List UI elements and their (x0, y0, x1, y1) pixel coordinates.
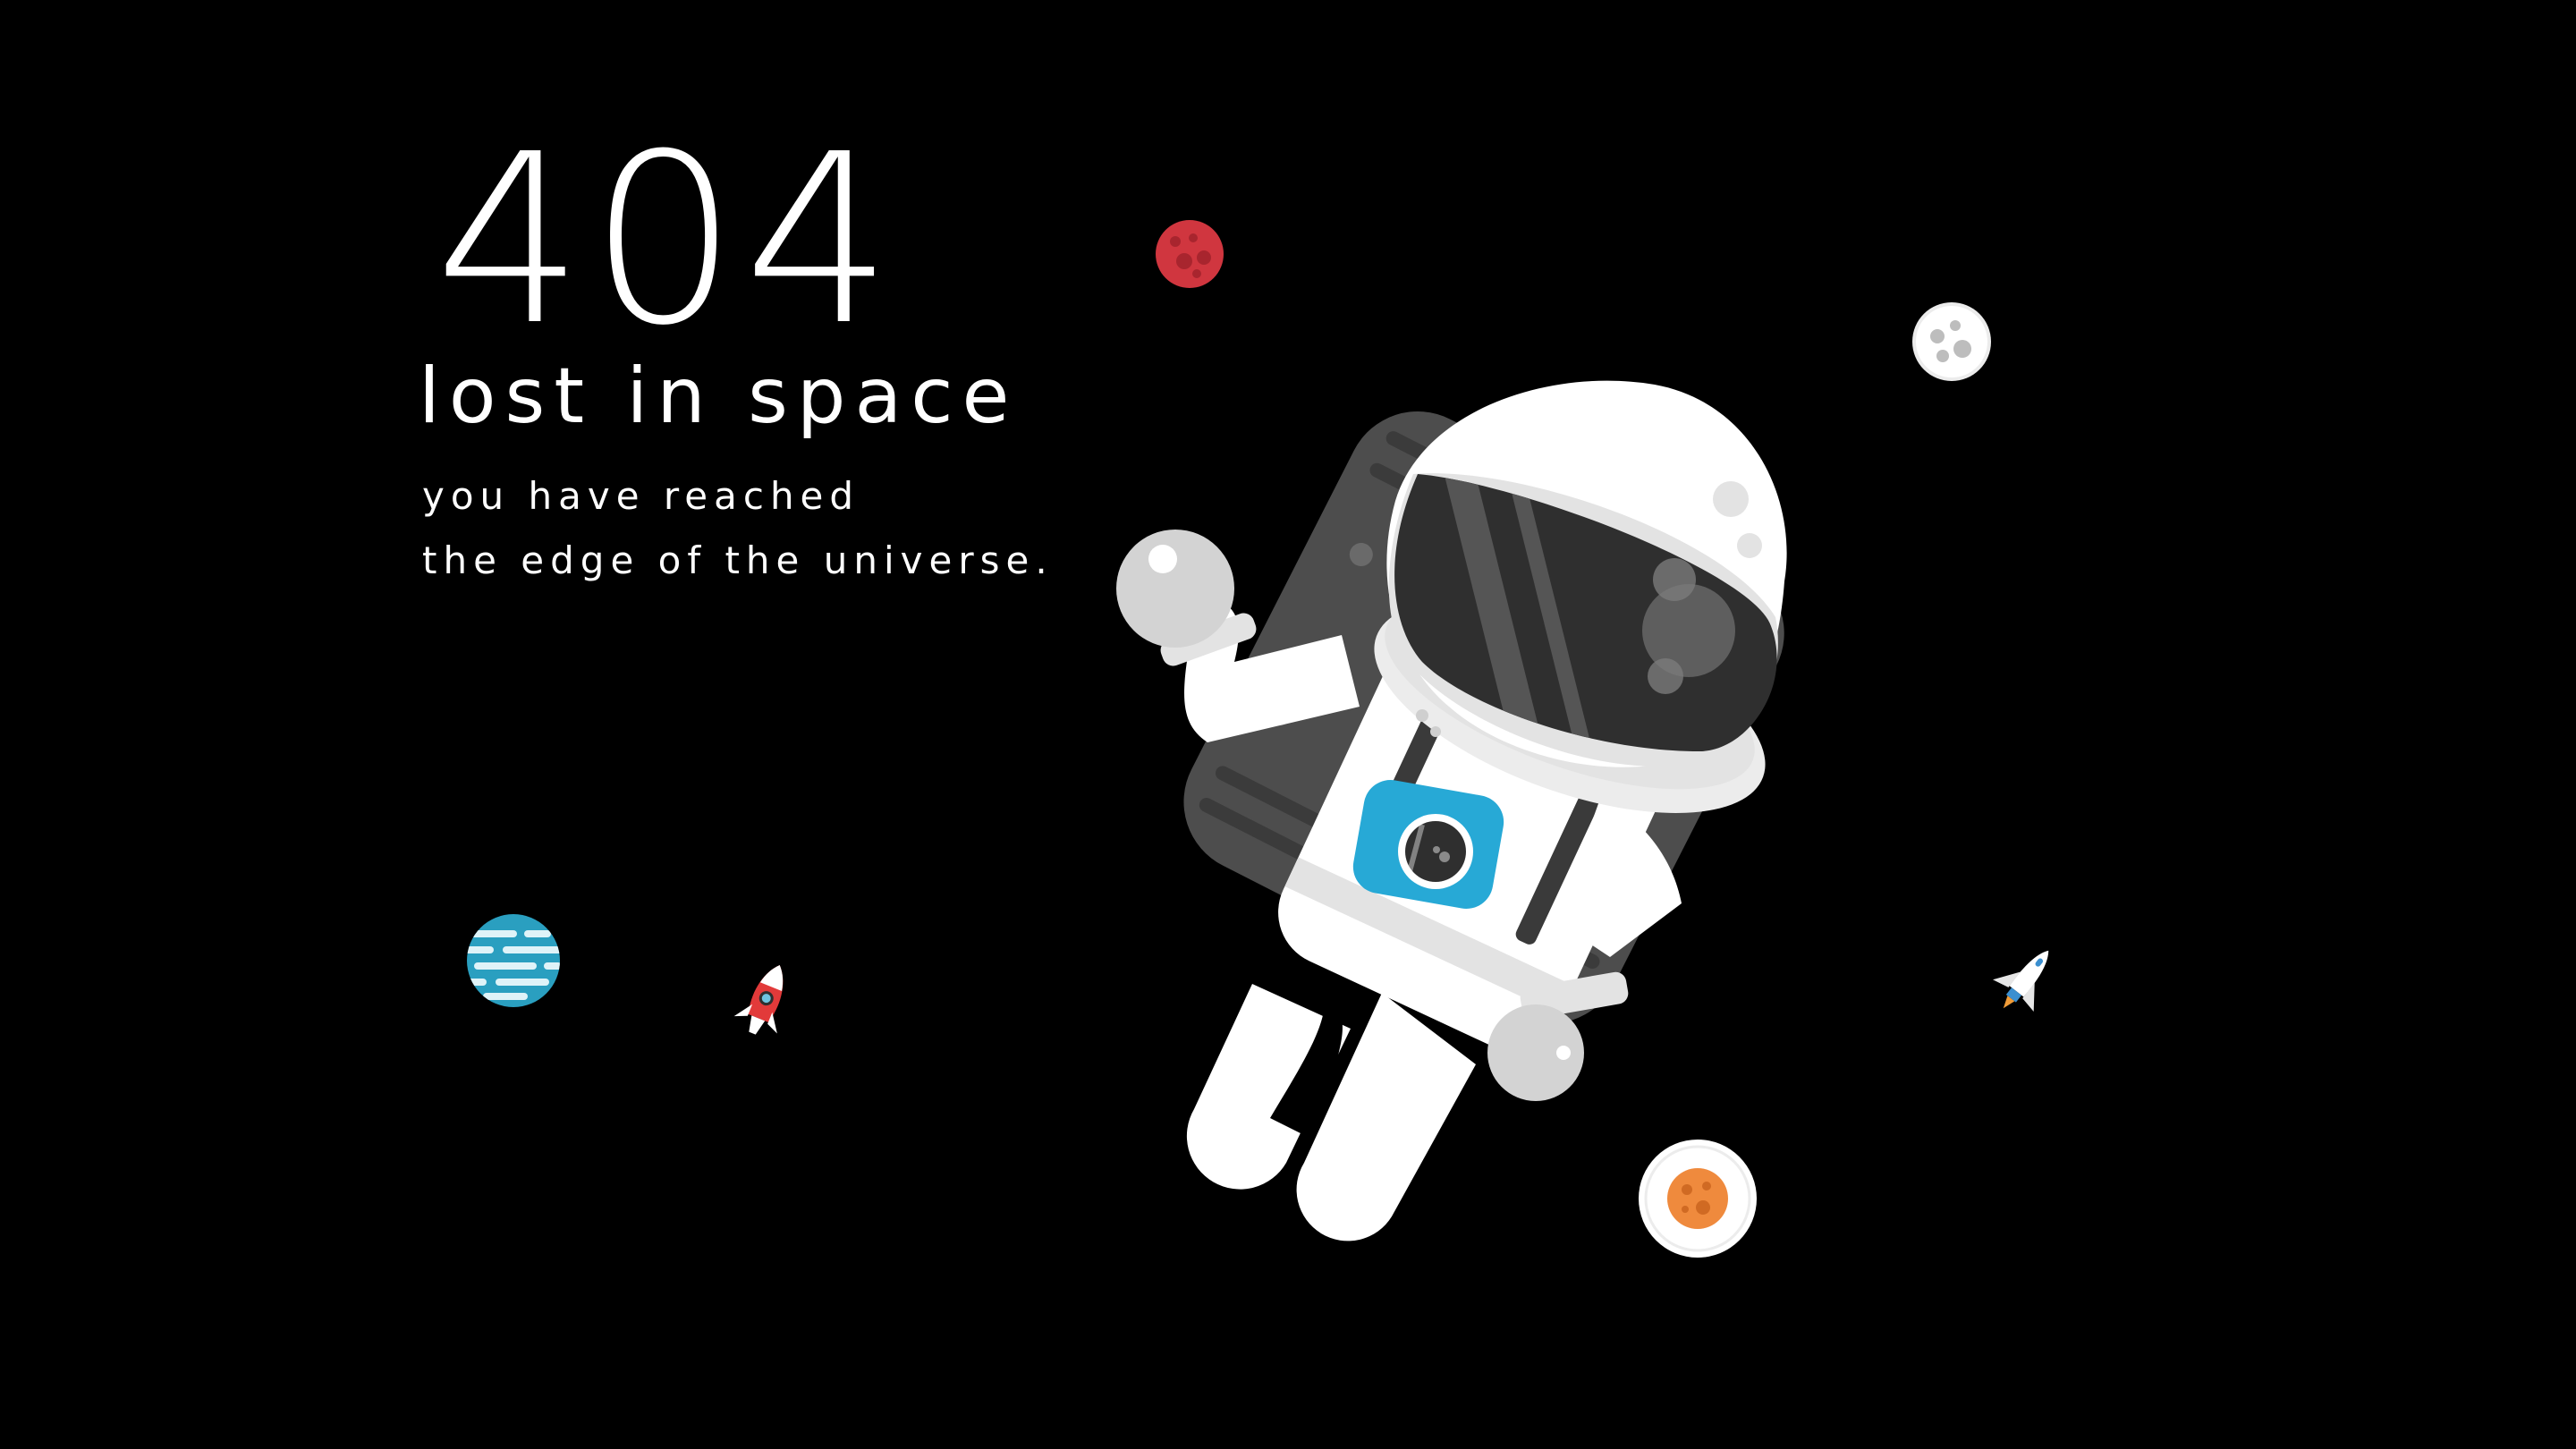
error-page: 404 lost in space you have reached the e… (0, 0, 2576, 1449)
red-planet-icon (1156, 220, 1224, 288)
rocket-icon (733, 965, 784, 1035)
chest-badge-icon (1352, 780, 1504, 909)
astronaut-illustration (1116, 380, 1787, 1241)
space-shuttle-icon (1992, 950, 2049, 1012)
legs (1186, 984, 1476, 1241)
error-description-line: you have reached (422, 474, 860, 518)
blue-planet-icon (467, 914, 560, 1007)
error-description-line: the edge of the universe. (422, 538, 1054, 582)
error-title: lost in space (419, 352, 1019, 441)
grey-moon-icon (1912, 302, 1991, 381)
error-code: 404 (434, 104, 899, 377)
